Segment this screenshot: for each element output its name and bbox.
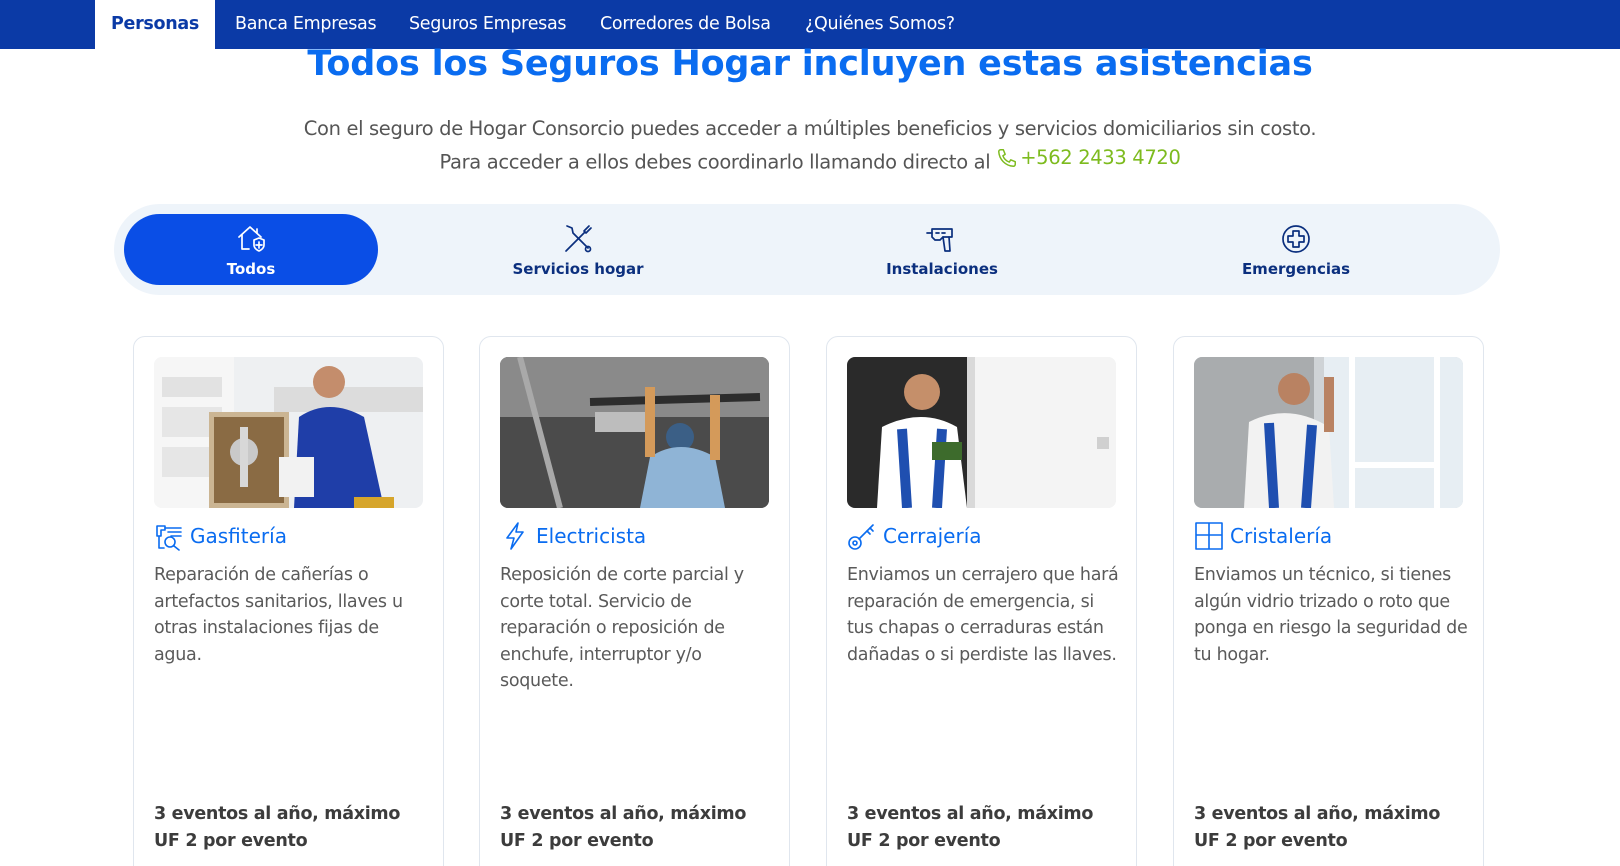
filter-tab-bar: Todos Servicios hogar Instalaciones Emer…	[114, 204, 1500, 295]
nav-tab-banca-empresas[interactable]: Banca Empresas	[235, 0, 377, 49]
filter-tab-label: Instalaciones	[886, 260, 998, 278]
electrician-photo	[500, 357, 769, 508]
home-shield-icon	[234, 222, 268, 256]
card-coverage: 3 eventos al año, máximo UF 2 por evento	[1194, 804, 1441, 851]
card-title-row: Cristalería	[1194, 519, 1332, 553]
nav-tab-quienes-somos[interactable]: ¿Quiénes Somos?	[805, 0, 955, 49]
phone-number: +562 2433 4720	[1020, 146, 1181, 169]
card-title: Electricista	[536, 524, 647, 548]
card-title: Cristalería	[1230, 524, 1333, 548]
filter-tab-label: Todos	[226, 260, 276, 278]
card-title-row: Gasfitería	[154, 519, 287, 553]
tools-icon	[561, 222, 595, 256]
card-coverage: 3 eventos al año, máximo UF 2 por evento	[154, 804, 401, 851]
service-card-cristaleria[interactable]: Cristalería Enviamos un técnico, si tien…	[1173, 336, 1484, 866]
filter-tab-label: Emergencias	[1241, 260, 1351, 278]
card-title-row: Cerrajería	[847, 519, 982, 553]
service-card-electricista[interactable]: Electricista Reposición de corte parcial…	[479, 336, 790, 866]
nav-tab-corredores-de-bolsa[interactable]: Corredores de Bolsa	[600, 0, 771, 49]
filter-tab-label: Servicios hogar	[512, 260, 644, 278]
glazier-photo	[1194, 357, 1463, 508]
lightning-icon	[500, 521, 530, 551]
filter-tab-servicios-hogar[interactable]: Servicios hogar	[451, 214, 705, 285]
card-coverage: 3 eventos al año, máximo UF 2 por evento	[847, 804, 1094, 851]
drill-icon	[925, 222, 959, 256]
top-navigation: Personas Banca Empresas Seguros Empresas…	[0, 0, 1620, 49]
card-coverage: 3 eventos al año, máximo UF 2 por evento	[500, 804, 747, 851]
phone-icon	[996, 147, 1018, 169]
card-title: Gasfitería	[190, 524, 287, 548]
card-title: Cerrajería	[883, 524, 982, 548]
card-description: Reposición de corte parcial y corte tota…	[500, 565, 744, 691]
service-card-cerrajeria[interactable]: Cerrajería Enviamos un cerrajero que har…	[826, 336, 1137, 866]
window-icon	[1194, 521, 1224, 551]
card-description: Enviamos un cerrajero que hará reparació…	[847, 565, 1119, 665]
contact-text: Para acceder a ellos debes coordinarlo l…	[439, 150, 991, 174]
service-card-gasfiteria[interactable]: Gasfitería Reparación de cañerías o arte…	[133, 336, 444, 866]
locksmith-photo	[847, 357, 1116, 508]
phone-link[interactable]: +562 2433 4720	[996, 146, 1181, 169]
medical-cross-icon	[1279, 222, 1313, 256]
nav-tab-seguros-empresas[interactable]: Seguros Empresas	[409, 0, 567, 49]
card-description: Reparación de cañerías o artefactos sani…	[154, 565, 403, 665]
filter-tab-emergencias[interactable]: Emergencias	[1169, 214, 1423, 285]
page-title: Todos los Seguros Hogar incluyen estas a…	[307, 44, 1313, 84]
card-title-row: Electricista	[500, 519, 646, 553]
contact-line: Para acceder a ellos debes coordinarlo l…	[0, 146, 1620, 174]
nav-tab-personas[interactable]: Personas	[95, 0, 215, 49]
plumber-photo	[154, 357, 423, 508]
key-icon	[847, 521, 877, 551]
filter-tab-instalaciones[interactable]: Instalaciones	[815, 214, 1069, 285]
filter-tab-todos[interactable]: Todos	[124, 214, 378, 285]
intro-text: Con el seguro de Hogar Consorcio puedes …	[303, 117, 1317, 140]
card-description: Enviamos un técnico, si tienes algún vid…	[1194, 565, 1468, 665]
plumbing-icon	[154, 521, 184, 551]
